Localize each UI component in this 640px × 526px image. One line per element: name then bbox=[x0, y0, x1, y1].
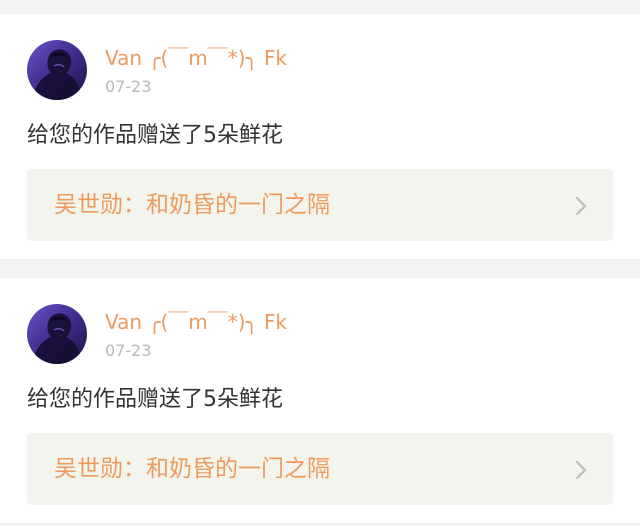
notification-card: Van ╭(￣m￣*)╮ Fk 07-23 给您的作品赠送了5朵鲜花 吴世勋：和… bbox=[0, 278, 640, 523]
username-link[interactable]: Van ╭(￣m￣*)╮ Fk bbox=[105, 309, 287, 335]
user-avatar[interactable] bbox=[27, 40, 87, 100]
notification-message: 给您的作品赠送了5朵鲜花 bbox=[27, 387, 283, 412]
work-link[interactable]: 吴世勋：和奶昏的一门之隔 bbox=[27, 169, 613, 241]
notification-card: Van ╭(￣m￣*)╮ Fk 07-23 给您的作品赠送了5朵鲜花 吴世勋：和… bbox=[0, 14, 640, 259]
notification-message: 给您的作品赠送了5朵鲜花 bbox=[27, 123, 283, 148]
chevron-right-icon bbox=[575, 196, 587, 216]
user-avatar[interactable] bbox=[27, 304, 87, 364]
username-link[interactable]: Van ╭(￣m￣*)╮ Fk bbox=[105, 45, 287, 71]
chevron-right-icon bbox=[575, 460, 587, 480]
work-title: 吴世勋：和奶昏的一门之隔 bbox=[54, 456, 330, 482]
notification-date: 07-23 bbox=[105, 341, 152, 360]
notification-date: 07-23 bbox=[105, 77, 152, 96]
work-title: 吴世勋：和奶昏的一门之隔 bbox=[54, 192, 330, 218]
notification-feed: Van ╭(￣m￣*)╮ Fk 07-23 给您的作品赠送了5朵鲜花 吴世勋：和… bbox=[0, 0, 640, 526]
work-link[interactable]: 吴世勋：和奶昏的一门之隔 bbox=[27, 433, 613, 505]
